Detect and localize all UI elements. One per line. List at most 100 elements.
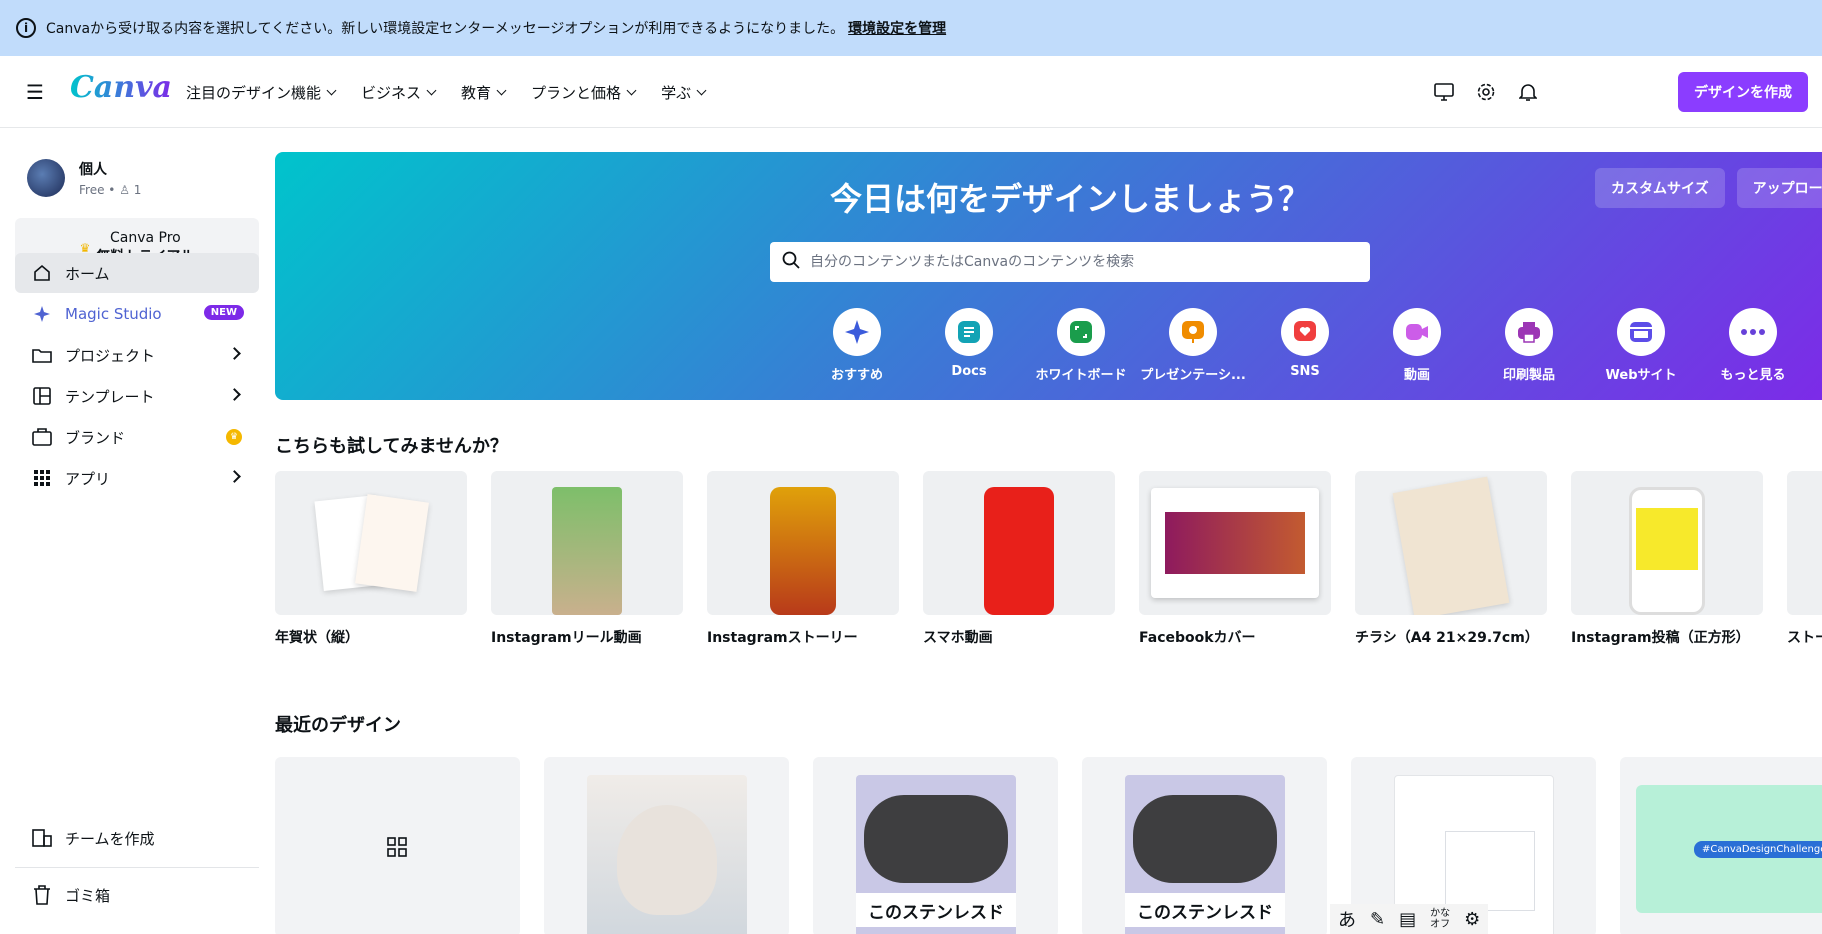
category-whiteboard[interactable]: ホワイトボード <box>1025 308 1137 383</box>
phone-shape <box>1629 487 1705 615</box>
ime-settings-icon[interactable]: ⚙ <box>1464 909 1480 930</box>
template-label: Facebookカバー <box>1139 630 1256 646</box>
template-card[interactable]: チラシ（A4 21×29.7cm） <box>1355 471 1547 647</box>
category-website[interactable]: Webサイト <box>1585 308 1697 383</box>
character-shape <box>617 805 717 915</box>
notice-banner: i Canvaから受け取る内容を選択してください。新しい環境設定センターメッセー… <box>0 0 1822 56</box>
category-print[interactable]: 印刷製品 <box>1473 308 1585 383</box>
nav-pricing[interactable]: プランと価格 <box>531 82 637 103</box>
nav-label: プランと価格 <box>531 83 622 102</box>
gear-icon[interactable] <box>1474 80 1498 104</box>
account-switcher[interactable]: 個人 Free • ♙ 1 <box>27 159 141 197</box>
template-suggestions: 年賀状（縦） Instagramリール動画 Instagramストーリー スマホ… <box>275 471 1822 647</box>
sidebar-item-templates[interactable]: テンプレート <box>15 376 259 416</box>
search-input[interactable] <box>810 254 1350 270</box>
template-card[interactable]: Instagram投稿（正方形） <box>1571 471 1763 647</box>
recent-design-card[interactable]: このステンレスド <box>813 757 1058 934</box>
nav-education[interactable]: 教育 <box>461 82 507 103</box>
ime-kana-toggle[interactable]: かな オフ <box>1430 908 1450 930</box>
template-card[interactable]: ストーリー <box>1787 471 1822 647</box>
chevron-down-icon <box>626 85 637 95</box>
category-label: SNS <box>1290 364 1320 379</box>
sidebar-item-label: アプリ <box>65 469 111 488</box>
hero-buttons: カスタムサイズ アップロード <box>1595 168 1822 208</box>
category-presentation[interactable]: プレゼンテーシ... <box>1137 308 1249 383</box>
search-icon <box>782 251 800 273</box>
template-card[interactable]: Instagramストーリー <box>707 471 899 647</box>
table-preview <box>1445 831 1535 911</box>
main-content: 今日は何をデザインしましょう？ カスタムサイズ アップロード おすすめ Docs… <box>275 129 1822 934</box>
create-design-button[interactable]: デザインを作成 <box>1678 72 1808 112</box>
sidebar-item-apps[interactable]: アプリ <box>15 458 259 498</box>
design-caption: このステンレスド <box>856 893 1016 927</box>
category-label: ホワイトボード <box>1035 368 1127 383</box>
nav-featured[interactable]: 注目のデザイン機能 <box>186 82 337 103</box>
custom-size-button[interactable]: カスタムサイズ <box>1595 168 1725 208</box>
sidebar-item-create-team[interactable]: チームを作成 <box>15 818 259 858</box>
hamburger-menu-icon[interactable]: ☰ <box>26 82 46 102</box>
template-thumbnail <box>1787 471 1822 615</box>
ime-mode[interactable]: あ <box>1338 906 1356 932</box>
website-icon <box>1617 308 1665 356</box>
sidebar-item-label: ブランド <box>65 428 126 447</box>
more-icon <box>1729 308 1777 356</box>
template-card[interactable]: Instagramリール動画 <box>491 471 683 647</box>
ime-pad-icon[interactable]: ▤ <box>1399 909 1416 930</box>
plan-label: Free <box>79 183 105 197</box>
brand-kit-icon <box>31 426 53 448</box>
flyer-shape <box>1392 476 1510 615</box>
category-recommended[interactable]: おすすめ <box>801 308 913 383</box>
sidebar-item-label: テンプレート <box>65 387 155 406</box>
template-label: ストーリー <box>1787 630 1822 646</box>
sidebar-item-brand[interactable]: ブランド ♛ <box>15 417 259 457</box>
canva-logo[interactable]: Canva <box>70 70 172 105</box>
template-icon <box>31 385 53 407</box>
search-bar <box>770 242 1370 282</box>
recent-design-card[interactable]: このステンレスド <box>1082 757 1327 934</box>
category-video[interactable]: 動画 <box>1361 308 1473 383</box>
template-card[interactable]: 年賀状（縦） <box>275 471 467 647</box>
sidebar-item-home[interactable]: ホーム <box>15 253 259 293</box>
sidebar-item-projects[interactable]: プロジェクト <box>15 335 259 375</box>
template-card[interactable]: Facebookカバー <box>1139 471 1331 647</box>
phone-shape <box>552 487 622 615</box>
template-label: 年賀状（縦） <box>275 630 359 646</box>
home-icon <box>31 262 53 284</box>
postcard-shape <box>355 494 429 592</box>
sidebar-item-label: チームを作成 <box>65 829 155 848</box>
category-more[interactable]: もっと見る <box>1697 308 1809 383</box>
docs-icon <box>945 308 993 356</box>
design-caption: このステンレスド <box>1125 893 1285 927</box>
recent-design-card[interactable]: #CanvaDesignChallenge <box>1620 757 1822 934</box>
category-sns[interactable]: SNS <box>1249 308 1361 383</box>
template-thumbnail <box>491 471 683 615</box>
desktop-icon[interactable] <box>1432 80 1456 104</box>
category-shortcuts: おすすめ Docs ホワイトボード プレゼンテーシ... SNS 動画 印刷製品… <box>801 308 1809 539</box>
category-docs[interactable]: Docs <box>913 308 1025 383</box>
ime-tools-icon[interactable]: ✎ <box>1370 909 1385 930</box>
kana-bottom: オフ <box>1430 919 1451 930</box>
sparkle-icon <box>833 308 881 356</box>
manage-preferences-link[interactable]: 環境設定を管理 <box>848 18 946 38</box>
bell-icon[interactable] <box>1516 80 1540 104</box>
upload-button[interactable]: アップロード <box>1736 168 1822 208</box>
dog-tag-thumb: このステンレスド <box>1125 775 1285 934</box>
template-thumbnail <box>923 471 1115 615</box>
nav-business[interactable]: ビジネス <box>361 82 437 103</box>
recent-section-title: 最近のデザイン <box>275 715 401 736</box>
nav-label: 注目のデザイン機能 <box>186 83 322 102</box>
template-card[interactable]: スマホ動画 <box>923 471 1115 647</box>
sidebar-item-trash[interactable]: ゴミ箱 <box>15 875 259 915</box>
chevron-right-icon <box>228 470 241 483</box>
post-preview <box>1636 508 1698 570</box>
recent-design-card[interactable] <box>275 757 520 934</box>
nav-learn[interactable]: 学ぶ <box>661 82 707 103</box>
category-label: 動画 <box>1403 368 1430 383</box>
template-thumbnail <box>707 471 899 615</box>
nav-label: ビジネス <box>361 83 422 102</box>
sidebar-item-magic-studio[interactable]: Magic Studio NEW <box>15 294 259 334</box>
phone-shape <box>770 487 836 615</box>
design-caption: #CanvaDesignChallenge <box>1694 841 1822 858</box>
chevron-down-icon <box>326 85 337 95</box>
recent-design-card[interactable] <box>544 757 789 934</box>
